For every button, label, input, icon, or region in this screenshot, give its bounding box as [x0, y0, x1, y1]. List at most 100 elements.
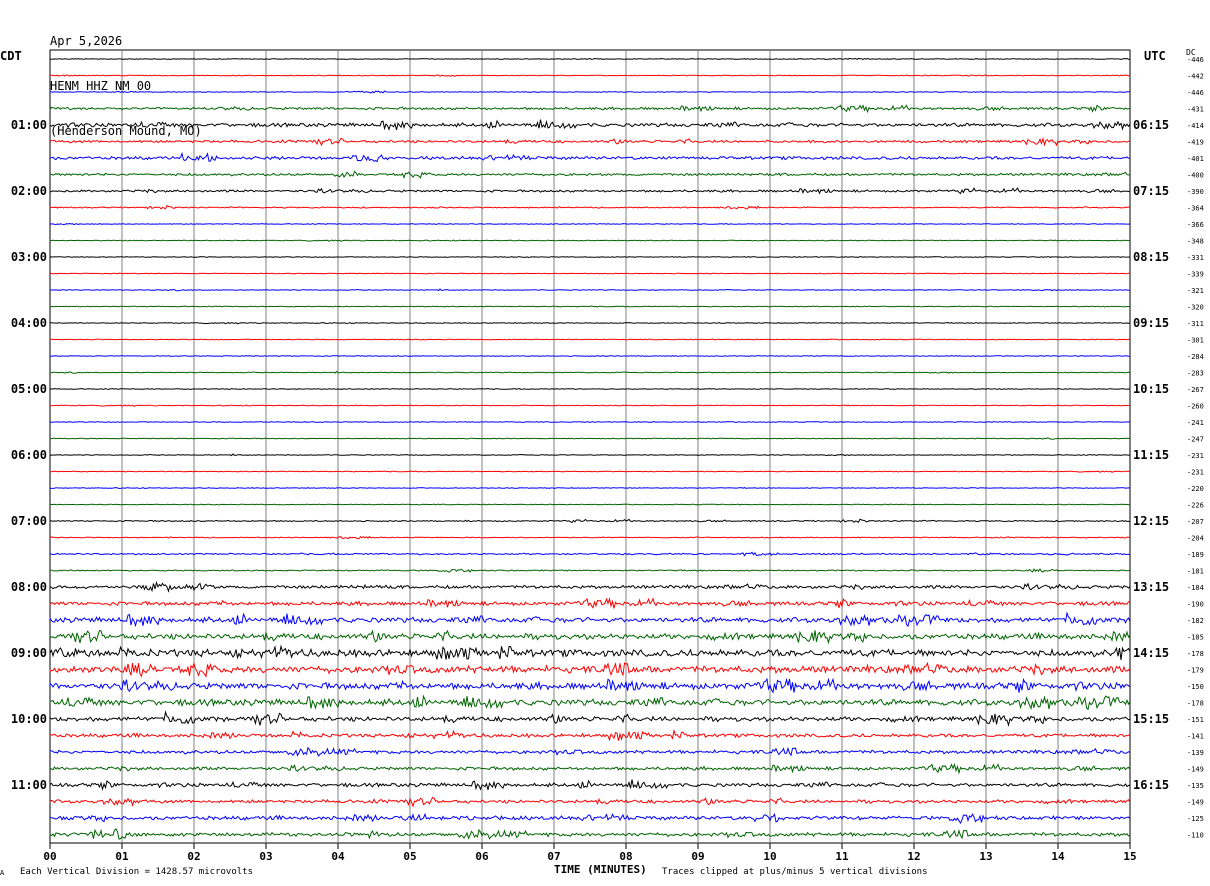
dc-offset-label: -442	[1187, 73, 1204, 81]
x-tick-label: 00	[43, 850, 56, 863]
seismic-trace	[49, 677, 1131, 694]
dc-offset-label: -446	[1187, 56, 1204, 64]
right-hour-label: 16:15	[1133, 778, 1169, 792]
dc-offset-label: -311	[1187, 320, 1204, 328]
right-hour-label: 12:15	[1133, 514, 1169, 528]
dc-offset-label: -446	[1187, 89, 1204, 97]
dc-offset-label: -110	[1187, 832, 1204, 840]
dc-offset-label: -220	[1187, 485, 1204, 493]
dc-offset-label: -400	[1187, 172, 1204, 180]
seismic-trace	[49, 437, 1131, 440]
seismic-trace	[49, 828, 1131, 840]
seismic-trace	[49, 535, 1131, 540]
dc-offset-label: -179	[1187, 667, 1204, 675]
dc-offset-label: -339	[1187, 271, 1204, 279]
seismic-trace	[49, 239, 1131, 242]
x-tick-label: 13	[979, 850, 992, 863]
x-axis-label: TIME (MINUTES)	[554, 863, 647, 876]
corner-mark: A	[0, 869, 5, 877]
left-hour-label: 05:00	[11, 382, 47, 396]
x-tick-label: 05	[403, 850, 416, 863]
x-tick-label: 04	[331, 850, 345, 863]
seismic-trace	[49, 568, 1131, 573]
seismic-trace	[49, 453, 1131, 457]
seismic-trace	[49, 728, 1131, 742]
seismic-trace	[49, 288, 1131, 292]
scale-note: Each Vertical Division = 1428.57 microvo…	[20, 867, 253, 877]
dc-offset-label: -226	[1187, 502, 1204, 510]
seismic-trace	[49, 580, 1131, 593]
left-hour-label: 09:00	[11, 646, 47, 660]
dc-offset-label: -320	[1187, 304, 1204, 312]
seismic-trace	[49, 136, 1131, 147]
dc-offset-label: -184	[1187, 584, 1204, 592]
x-tick-label: 11	[835, 850, 849, 863]
dc-offset-label: -284	[1187, 353, 1204, 361]
left-hour-label: 10:00	[11, 712, 47, 726]
seismic-trace	[49, 710, 1131, 728]
dc-offset-label: -185	[1187, 634, 1204, 642]
seismic-trace	[49, 322, 1131, 325]
seismic-trace	[49, 404, 1130, 407]
dc-offset-label: -231	[1187, 452, 1204, 460]
dc-offset-label: -178	[1187, 700, 1204, 708]
dc-offset-label: -182	[1187, 617, 1204, 625]
x-tick-label: 14	[1051, 850, 1065, 863]
dc-offset-label: -189	[1187, 551, 1204, 559]
dc-offset-label: -301	[1187, 337, 1204, 345]
dc-offset-label: -431	[1187, 106, 1204, 114]
dc-offset-label: -181	[1187, 568, 1204, 576]
dc-offset-label: -139	[1187, 749, 1204, 757]
dc-offset-label: -125	[1187, 815, 1204, 823]
x-tick-label: 01	[115, 850, 129, 863]
x-tick-label: 06	[475, 850, 489, 863]
left-hour-label: 01:00	[11, 118, 47, 132]
dc-offset-label: -414	[1187, 122, 1204, 130]
plot-frame	[49, 49, 1131, 844]
seismic-trace	[49, 205, 1131, 210]
dc-offset-label: -141	[1187, 733, 1204, 741]
dc-offset-label: -331	[1187, 254, 1204, 262]
dc-offset-label: -364	[1187, 205, 1204, 213]
left-hour-label: 08:00	[11, 580, 47, 594]
left-hour-label: 04:00	[11, 316, 47, 330]
seismic-trace	[49, 338, 1131, 341]
seismic-trace	[49, 104, 1131, 114]
seismic-trace	[49, 170, 1131, 179]
seismic-trace	[49, 487, 1131, 490]
seismic-trace	[49, 57, 1131, 61]
seismic-trace	[49, 694, 1131, 711]
seismic-trace	[49, 746, 1131, 757]
left-hour-label: 03:00	[11, 250, 47, 264]
dc-offset-label: -348	[1187, 238, 1204, 246]
dc-offset-label: -321	[1187, 287, 1204, 295]
seismic-trace	[49, 597, 1131, 609]
x-tick-label: 10	[763, 850, 776, 863]
right-hour-label: 10:15	[1133, 382, 1169, 396]
seismic-trace	[49, 812, 1131, 825]
seismic-trace	[49, 370, 1131, 374]
left-hour-label: 11:00	[11, 778, 47, 792]
right-hour-label: 14:15	[1133, 646, 1169, 660]
seismic-trace	[49, 518, 1131, 524]
seismic-trace	[49, 644, 1131, 660]
seismic-trace	[49, 629, 1131, 645]
dc-offset-label: -241	[1187, 419, 1204, 427]
seismic-trace	[49, 151, 1131, 163]
seismic-trace	[49, 661, 1131, 678]
dc-offset-label: -149	[1187, 766, 1204, 774]
dc-offset-label: -366	[1187, 221, 1204, 229]
helicorder-chart: 00 01 02 03 04 05 06 07 08 09 10 11 12 13 14 15 -446 -442…	[11, 49, 1204, 863]
dc-offset-label: -149	[1187, 799, 1204, 807]
dc-offset-label: -401	[1187, 155, 1204, 163]
seismic-trace	[49, 387, 1131, 391]
dc-offset-label: -260	[1187, 403, 1204, 411]
seismic-trace	[49, 503, 1131, 506]
seismic-trace	[49, 90, 1131, 94]
dc-offset-label: -151	[1187, 716, 1204, 724]
dc-offset-label: -207	[1187, 518, 1204, 526]
right-hour-label: 06:15	[1133, 118, 1169, 132]
dc-offset-label: -150	[1187, 683, 1204, 691]
x-tick-label: 15	[1123, 850, 1136, 863]
right-hour-label: 07:15	[1133, 184, 1169, 198]
